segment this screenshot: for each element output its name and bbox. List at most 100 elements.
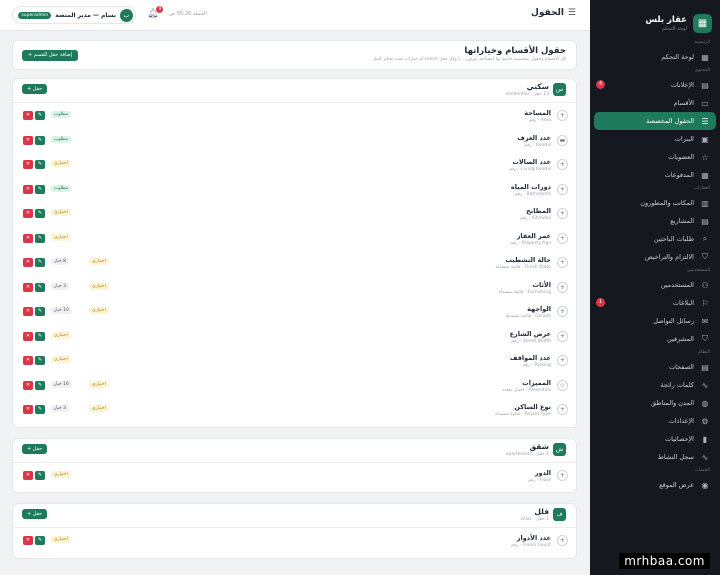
edit-field-button[interactable]: ✎ xyxy=(35,282,45,292)
field-meta: Kitchens · رقم xyxy=(520,216,551,221)
category-icon: ش xyxy=(553,442,566,456)
options-count-button[interactable]: 3 خيار xyxy=(51,405,69,412)
field-meta: Amenities · اختيار متعدد xyxy=(502,387,551,393)
plus-circle-icon: + xyxy=(557,232,568,244)
delete-field-button[interactable]: ✕ xyxy=(23,470,33,480)
edit-field-button[interactable]: ✎ xyxy=(35,405,45,414)
sidebar-item[interactable]: ▦ لوحة التحكم xyxy=(590,48,720,66)
shield-icon: ⛉ xyxy=(702,334,708,343)
sidebar-section-label: العقارات xyxy=(693,186,710,191)
edit-field-button[interactable]: ✎ xyxy=(35,135,45,145)
bell-icon[interactable]: 🔔︎ 9 xyxy=(147,6,164,19)
field-name: عدد الصالات xyxy=(512,158,551,166)
field-meta: Bathrooms · رقم xyxy=(514,191,551,197)
sidebar-item[interactable]: ⚇ المستخدمين xyxy=(590,276,720,294)
delete-field-button[interactable]: ✕ xyxy=(23,135,33,145)
delete-field-button[interactable]: ✕ xyxy=(23,307,33,316)
edit-field-button[interactable]: ✎ xyxy=(35,160,45,169)
options-count-button[interactable]: 3 خيار xyxy=(51,282,69,290)
shield-icon: ⛉ xyxy=(702,252,708,261)
edit-field-button[interactable]: ✎ xyxy=(35,470,45,480)
plus-circle-icon: + xyxy=(557,257,568,268)
delete-field-button[interactable]: ✕ xyxy=(23,233,33,243)
sidebar-item[interactable]: ⌕ طلبات الباحثين xyxy=(590,230,720,248)
sidebar-item[interactable]: ▤ المشاريع xyxy=(590,212,720,230)
delete-field-button[interactable]: ✕ xyxy=(23,282,33,292)
sidebar-item[interactable]: ∿ سجل النشاط xyxy=(590,448,720,466)
category-field-count: 1 حقل · villas xyxy=(520,517,549,522)
edit-field-button[interactable]: ✎ xyxy=(35,536,45,545)
sidebar-item[interactable]: ⚐ البلاغات 1 xyxy=(590,294,720,312)
category-card: ف فلل 1 حقل · villas + حقل + عدد الأدوار Floor… xyxy=(12,503,577,559)
sidebar-item-label: الإعدادات xyxy=(668,417,694,425)
user-menu[interactable]: ب بسام — مدير المنصة superadmin xyxy=(12,6,136,24)
sidebar-item[interactable]: ▭ الأقسام xyxy=(590,94,720,112)
sidebar-item-label: لوحة التحكم xyxy=(661,53,694,61)
edit-field-button[interactable]: ✎ xyxy=(35,111,45,120)
category-header: ش شقق 1 حقل · apartments + حقل xyxy=(13,439,576,463)
sidebar-item[interactable]: ▥ المكاتب والمطورون xyxy=(590,194,720,212)
required-badge: مطلوب xyxy=(51,135,72,143)
field-meta: Furnishing · قائمة منسدلة xyxy=(498,289,551,295)
delete-field-button[interactable]: ✕ xyxy=(23,380,33,390)
sidebar-item[interactable]: ▣ البنرات xyxy=(590,130,720,148)
field-meta: Floor · رقم xyxy=(528,477,551,483)
options-count-button[interactable]: 8 خيار xyxy=(51,258,69,265)
menu-icon[interactable]: ☰ xyxy=(568,8,576,18)
section-heading: حقول الأقسام وخياراتها xyxy=(464,46,566,56)
delete-field-button[interactable]: ✕ xyxy=(23,331,33,341)
add-field-button[interactable]: + حقل xyxy=(22,84,48,94)
sidebar-item[interactable]: ⛉ الالتزام والتراخيص xyxy=(590,248,720,266)
document-icon: ▤ xyxy=(701,80,709,90)
add-field-button[interactable]: + حقل xyxy=(22,443,48,454)
sidebar-item[interactable]: ✉ رسائل التواصل xyxy=(590,312,720,330)
sidebar-item[interactable]: ☰ الحقول المخصصة xyxy=(594,112,716,130)
field-name: عرض الشارع xyxy=(509,329,551,338)
delete-field-button[interactable]: ✕ xyxy=(23,356,33,365)
edit-field-button[interactable]: ✎ xyxy=(35,307,45,316)
sidebar-item[interactable]: ▤ الإعلانات 4 xyxy=(590,76,720,94)
sidebar-item[interactable]: ▮ الإحصائيات xyxy=(590,430,720,448)
options-count-button[interactable]: 10 خيار xyxy=(51,307,72,314)
pages-icon: ▤ xyxy=(701,362,709,372)
gear-icon: ⚙ xyxy=(701,416,709,426)
delete-field-button[interactable]: ✕ xyxy=(23,111,33,120)
sidebar-item[interactable]: ▦ المدفوعات xyxy=(590,166,720,184)
sidebar-item[interactable]: ☆ العضويات xyxy=(590,148,720,166)
sidebar-item-label: الالتزام والتراخيص xyxy=(644,253,694,261)
mail-icon: ✉ xyxy=(701,316,709,326)
sidebar-item[interactable]: ▤ الصفحات xyxy=(590,358,720,376)
sidebar-item-label: الإعلانات xyxy=(670,81,694,89)
delete-field-button[interactable]: ✕ xyxy=(23,405,33,414)
delete-field-button[interactable]: ✕ xyxy=(23,258,33,267)
delete-field-button[interactable]: ✕ xyxy=(23,536,33,545)
edit-field-button[interactable]: ✎ xyxy=(35,258,45,267)
sidebar-item[interactable]: ⛉ المشرفين xyxy=(590,330,720,348)
building-icon: ▥ xyxy=(701,198,709,208)
delete-field-button[interactable]: ✕ xyxy=(23,160,33,169)
add-field-button[interactable]: + حقل xyxy=(22,509,48,519)
delete-field-button[interactable]: ✕ xyxy=(23,209,33,218)
edit-field-button[interactable]: ✎ xyxy=(35,356,45,365)
edit-field-button[interactable]: ✎ xyxy=(35,184,45,194)
edit-field-button[interactable]: ✎ xyxy=(35,233,45,243)
edit-field-button[interactable]: ✎ xyxy=(35,331,45,341)
sidebar-item-label: المدفوعات xyxy=(664,171,694,179)
edit-field-button[interactable]: ✎ xyxy=(35,209,45,218)
plus-circle-icon: + xyxy=(557,469,568,481)
project-icon: ▤ xyxy=(701,216,709,226)
edit-field-button[interactable]: ✎ xyxy=(35,380,45,390)
add-section-field-button[interactable]: + إضافة حقل للقسم xyxy=(22,50,79,61)
required-badge: مطلوب xyxy=(51,184,72,192)
sidebar-item[interactable]: ∿ كلمات رائجة xyxy=(590,376,720,394)
field-row: + الواجهة Facade · قائمة منسدلة اختياري 10 خ… xyxy=(13,301,576,325)
sidebar-item-badge: 4 xyxy=(596,80,605,89)
options-count-button[interactable]: 16 خيار xyxy=(51,380,72,388)
delete-field-button[interactable]: ✕ xyxy=(23,184,33,194)
sidebar-item[interactable]: ◉ عرض الموقع xyxy=(590,476,720,494)
sidebar-item[interactable]: ◍ المدن والمناطق xyxy=(590,394,720,412)
field-meta: Facade · قائمة منسدلة xyxy=(505,314,551,319)
optional-badge: اختياري xyxy=(89,380,109,388)
sidebar-item-badge: 1 xyxy=(596,298,605,307)
sidebar-item[interactable]: ⚙ الإعدادات xyxy=(590,412,720,430)
